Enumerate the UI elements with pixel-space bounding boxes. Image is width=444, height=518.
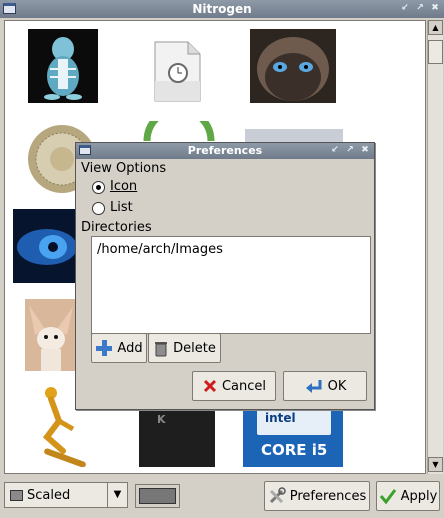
title-bar: Nitrogen ↙ ↗ ✖ <box>0 0 444 18</box>
nitrogen-window: Nitrogen ↙ ↗ ✖ K intel CORE i5 ▲ ▼ Scale… <box>0 0 444 518</box>
color-swatch <box>139 488 176 504</box>
dialog-title-bar: Preferences ↙ ↗ ✖ <box>76 143 374 159</box>
plus-icon <box>96 340 113 356</box>
intel-brand-text: intel <box>265 411 296 425</box>
cancel-button[interactable]: Cancel <box>192 371 276 401</box>
svg-text:K: K <box>157 413 166 426</box>
maximize-icon[interactable]: ↗ <box>415 2 425 14</box>
thumb-intel-core-i5[interactable]: intel CORE i5 <box>243 407 343 467</box>
dialog-title: Preferences <box>187 144 263 157</box>
scroll-up-button[interactable]: ▲ <box>428 20 443 35</box>
dialog-minimize-icon[interactable]: ↙ <box>330 144 340 156</box>
scaling-mode-value: Scaled <box>27 488 71 503</box>
intel-core-text: CORE i5 <box>261 441 328 459</box>
apply-label: Apply <box>400 488 438 504</box>
vertical-scrollbar[interactable]: ▲ ▼ <box>427 20 443 474</box>
radio-list-label[interactable]: List <box>110 200 133 215</box>
checkmark-icon <box>379 489 396 505</box>
thumb-tux-xray[interactable] <box>28 29 98 103</box>
directories-list[interactable]: /home/arch/Images <box>91 236 371 334</box>
preferences-label: Preferences <box>289 488 367 504</box>
bottom-toolbar: Scaled ▼ Preferences Apply <box>0 476 444 518</box>
directories-heading: Directories <box>81 220 152 235</box>
ok-label: OK <box>327 378 347 394</box>
minimize-icon[interactable]: ↙ <box>400 2 410 14</box>
thumb-green-sphere[interactable] <box>143 121 215 141</box>
thumb-waves[interactable] <box>245 129 343 143</box>
window-title: Nitrogen <box>192 2 252 16</box>
monitor-icon <box>10 490 23 501</box>
thumb-tshirt[interactable]: K <box>139 409 215 467</box>
dialog-window-icon[interactable] <box>79 145 91 155</box>
dropdown-arrow-icon[interactable]: ▼ <box>107 483 127 507</box>
radio-icon-label[interactable]: Icon <box>110 179 137 194</box>
add-directory-button[interactable]: Add <box>91 333 147 363</box>
add-label: Add <box>117 340 143 356</box>
view-options-heading: View Options <box>81 161 167 176</box>
delete-directory-button[interactable]: Delete <box>148 333 221 363</box>
apply-button[interactable]: Apply <box>376 481 440 511</box>
thumb-siamese-cat[interactable] <box>250 29 336 103</box>
dialog-maximize-icon[interactable]: ↗ <box>345 144 355 156</box>
scroll-thumb[interactable] <box>428 40 443 64</box>
background-color-button[interactable] <box>135 484 180 508</box>
dialog-close-icon[interactable]: ✖ <box>360 144 370 156</box>
return-arrow-icon <box>305 380 322 393</box>
tools-icon <box>269 487 286 504</box>
delete-label: Delete <box>173 340 216 356</box>
scaling-mode-select[interactable]: Scaled ▼ <box>4 482 128 508</box>
preferences-button[interactable]: Preferences <box>264 481 370 511</box>
window-icon[interactable] <box>3 3 16 14</box>
thumb-clock-file[interactable] <box>152 41 202 103</box>
thumb-blue-eye[interactable] <box>13 209 75 283</box>
radio-icon-view[interactable] <box>92 181 105 194</box>
trash-icon <box>155 342 168 357</box>
list-item[interactable]: /home/arch/Images <box>97 242 223 257</box>
ok-button[interactable]: OK <box>283 371 367 401</box>
close-icon[interactable]: ✖ <box>430 2 440 14</box>
cancel-label: Cancel <box>221 378 267 394</box>
scroll-down-button[interactable]: ▼ <box>428 457 443 472</box>
thumb-fennec-fox[interactable] <box>25 299 77 371</box>
preferences-dialog: Preferences ↙ ↗ ✖ View Options Icon List… <box>75 142 375 410</box>
cancel-x-icon <box>203 379 217 393</box>
radio-list-view[interactable] <box>92 202 105 215</box>
